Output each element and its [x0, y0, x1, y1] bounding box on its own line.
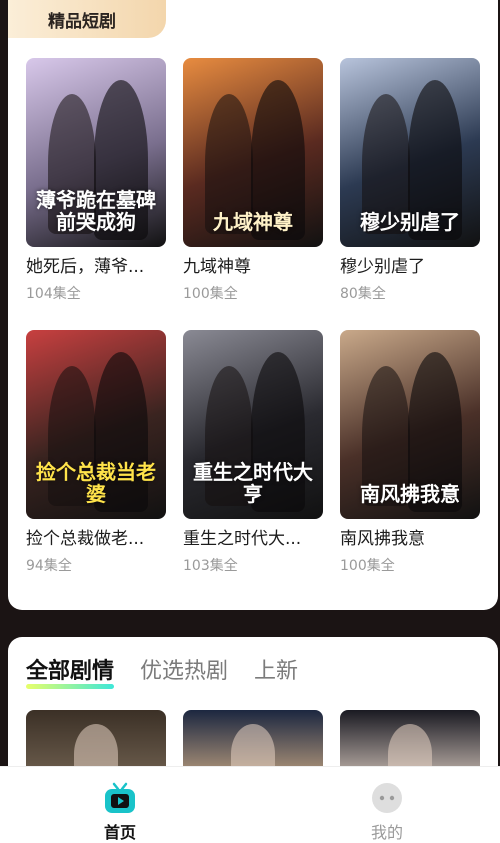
profile-bubble-icon — [370, 781, 404, 815]
drama-poster: 穆少别虐了 — [340, 58, 480, 247]
drama-title: 捡个总裁做老... — [26, 529, 145, 549]
episode-count: 103集全 — [183, 558, 238, 574]
nav-home[interactable]: 首页 — [80, 781, 160, 843]
episode-count: 100集全 — [340, 558, 395, 574]
drama-title: 穆少别虐了 — [340, 257, 425, 277]
drama-thumbnail[interactable] — [183, 710, 323, 770]
thumbnail-figure — [388, 724, 432, 770]
drama-card[interactable]: 九域神尊 九域神尊 100集全 — [183, 58, 323, 330]
tab-label: 优选热剧 — [140, 659, 229, 684]
tv-icon — [103, 781, 137, 815]
episode-count: 100集全 — [183, 286, 238, 302]
drama-thumbnail[interactable] — [26, 710, 166, 770]
section-title: 精品短剧 — [8, 0, 166, 38]
drama-title: 她死后，薄爷... — [26, 257, 145, 277]
app-page: 精品短剧 薄爷跪在墓碑前哭成狗 她死后，薄爷... 104集全 九域神尊 九域神尊 100… — [0, 0, 500, 843]
drama-title: 南风拂我意 — [340, 529, 425, 549]
drama-poster: 薄爷跪在墓碑前哭成狗 — [26, 58, 166, 247]
bottom-nav: 首页 我的 — [0, 766, 500, 843]
drama-poster: 南风拂我意 — [340, 330, 480, 519]
nav-home-label: 首页 — [103, 823, 136, 842]
nav-mine[interactable]: 我的 — [347, 781, 427, 843]
drama-poster: 重生之时代大亨 — [183, 330, 323, 519]
drama-poster: 捡个总裁当老婆 — [26, 330, 166, 519]
featured-section: 精品短剧 薄爷跪在墓碑前哭成狗 她死后，薄爷... 104集全 九域神尊 九域神尊 100… — [8, 0, 498, 610]
episode-count: 80集全 — [340, 286, 386, 302]
tab-label: 上新 — [254, 659, 299, 684]
drama-thumbnail-row — [26, 710, 480, 770]
poster-title: 南风拂我意 — [360, 482, 460, 506]
tab-label: 全部剧情 — [26, 659, 115, 684]
drama-card[interactable]: 重生之时代大亨重生之时代大... 103集全 — [183, 330, 323, 602]
poster-title: 重生之时代大亨 — [193, 460, 313, 506]
thumbnail-figure — [231, 724, 275, 770]
tab-all-dramas[interactable]: 全部剧情 — [26, 657, 115, 689]
drama-card[interactable]: 南风拂我意 南风拂我意 100集全 — [340, 330, 480, 602]
episode-count: 104集全 — [26, 286, 81, 302]
poster-title: 薄爷跪在墓碑前哭成狗 — [36, 188, 156, 234]
episode-count: 94集全 — [26, 558, 72, 574]
nav-mine-label: 我的 — [370, 823, 403, 842]
drama-thumbnail[interactable] — [340, 710, 480, 770]
poster-title: 捡个总裁当老婆 — [36, 460, 156, 506]
drama-title: 九域神尊 — [183, 257, 251, 277]
category-tabs: 全部剧情 优选热剧 上新 — [26, 657, 298, 689]
drama-card[interactable]: 穆少别虐了 穆少别虐了 80集全 — [340, 58, 480, 330]
drama-poster: 九域神尊 — [183, 58, 323, 247]
poster-title: 九域神尊 — [213, 210, 293, 234]
drama-title: 重生之时代大... — [183, 529, 302, 549]
poster-title: 穆少别虐了 — [360, 210, 460, 234]
drama-grid: 薄爷跪在墓碑前哭成狗 她死后，薄爷... 104集全 九域神尊 九域神尊 100集全 穆少别… — [26, 58, 480, 602]
tab-hot-picks[interactable]: 优选热剧 — [140, 657, 228, 687]
drama-card[interactable]: 薄爷跪在墓碑前哭成狗她死后，薄爷... 104集全 — [26, 58, 166, 330]
drama-card[interactable]: 捡个总裁当老婆捡个总裁做老... 94集全 — [26, 330, 166, 602]
active-tab-indicator — [26, 684, 115, 689]
tab-new[interactable]: 上新 — [254, 657, 298, 687]
thumbnail-figure — [74, 724, 118, 770]
